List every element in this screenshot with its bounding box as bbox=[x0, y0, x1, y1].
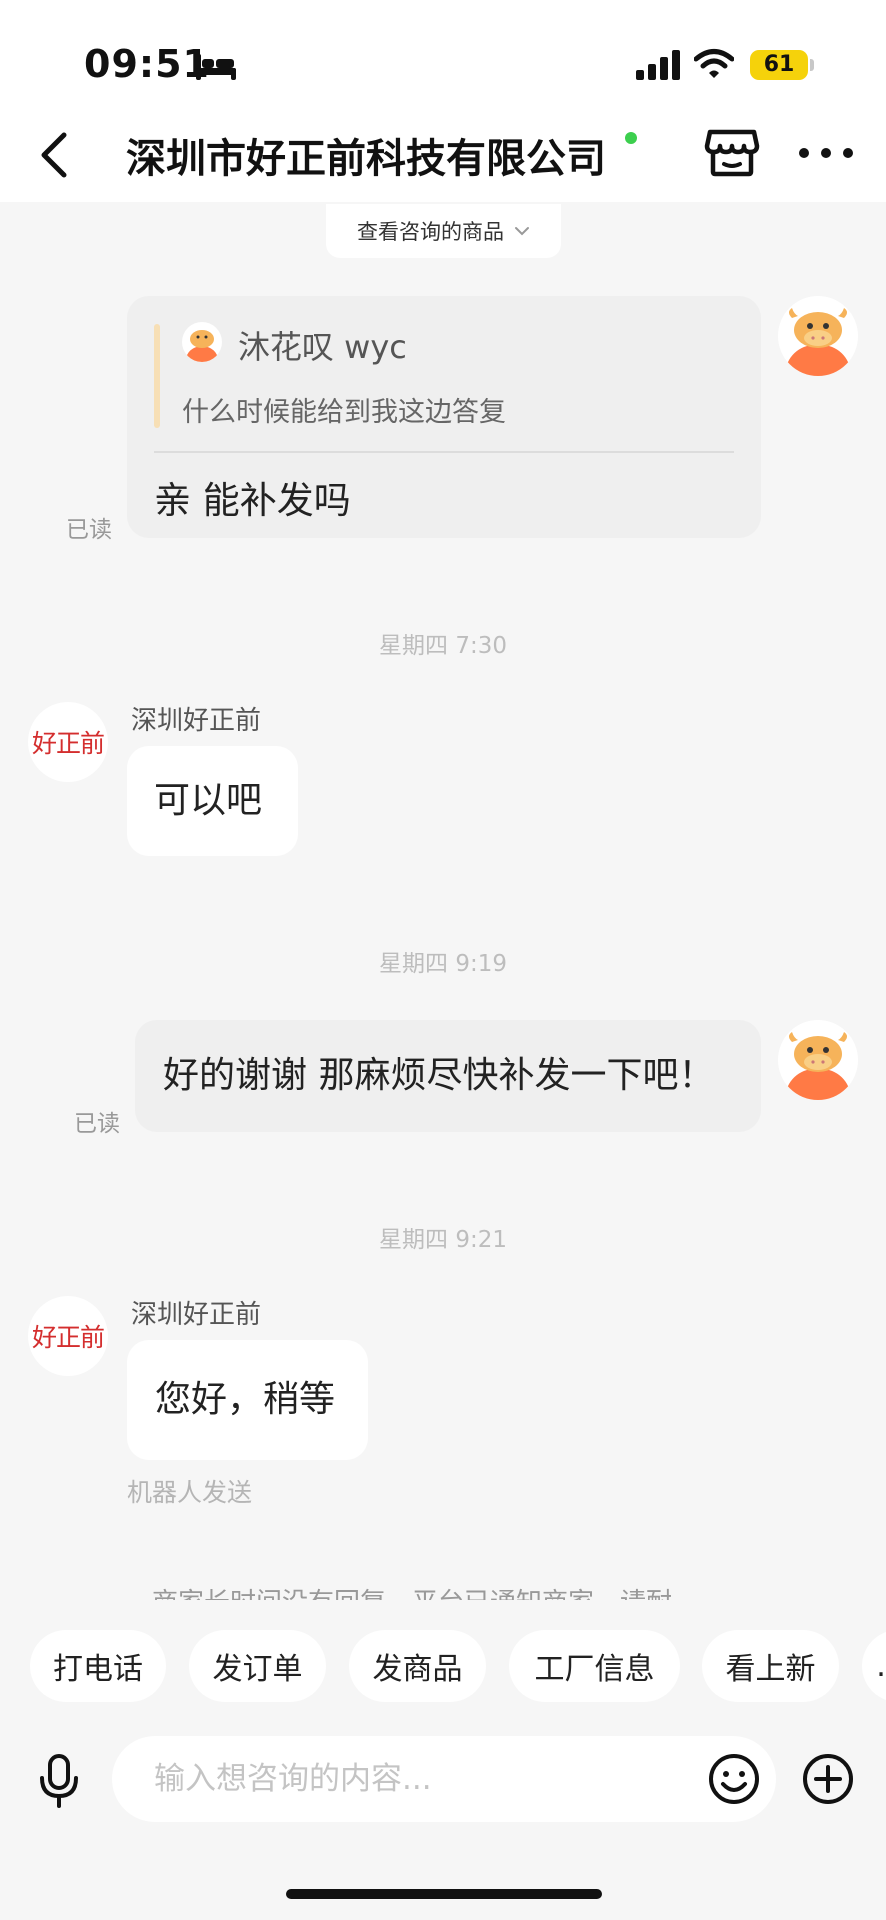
message-bubble-user[interactable]: 好的谢谢 那麻烦尽快补发一下吧！ bbox=[135, 1020, 761, 1132]
call-button[interactable]: 打电话 bbox=[30, 1630, 166, 1702]
page-title[interactable]: 深圳市好正前科技有限公司 bbox=[126, 126, 606, 184]
new-arrivals-button[interactable]: 看上新 bbox=[702, 1630, 839, 1702]
send-product-button[interactable]: 发商品 bbox=[349, 1630, 486, 1702]
shop-avatar[interactable]: 好正前 bbox=[28, 1296, 108, 1376]
quote-avatar bbox=[182, 322, 222, 362]
quote-bar bbox=[154, 324, 160, 428]
send-order-button[interactable]: 发订单 bbox=[189, 1630, 326, 1702]
chevron-down-icon bbox=[515, 227, 529, 236]
chat-header: 深圳市好正前科技有限公司 bbox=[0, 108, 886, 202]
chip-label: 工厂信息 bbox=[534, 1652, 655, 1687]
battery-cap bbox=[810, 59, 814, 71]
plus-icon[interactable] bbox=[802, 1753, 854, 1805]
message-text: 您好，稍等 bbox=[155, 1379, 336, 1420]
chip-label: 发商品 bbox=[372, 1652, 463, 1687]
shop-avatar[interactable]: 好正前 bbox=[28, 702, 108, 782]
message-bubble-shop[interactable]: 您好，稍等 bbox=[127, 1340, 368, 1460]
home-indicator[interactable] bbox=[286, 1889, 602, 1899]
factory-info-button[interactable]: 工厂信息 bbox=[509, 1630, 680, 1702]
more-actions-chip[interactable]: … bbox=[862, 1630, 886, 1702]
message-input[interactable] bbox=[112, 1736, 776, 1822]
more-icon[interactable] bbox=[796, 138, 856, 168]
chip-label: … bbox=[876, 1649, 886, 1684]
quote-sender-name: 沐花叹 wyc bbox=[238, 328, 407, 366]
back-arrow-icon[interactable] bbox=[36, 130, 74, 180]
signal-icon bbox=[636, 50, 680, 80]
online-status-dot bbox=[625, 132, 637, 144]
sender-name: 深圳好正前 bbox=[131, 706, 262, 736]
bed-icon bbox=[196, 54, 236, 80]
cow-avatar-icon bbox=[185, 330, 219, 362]
shop-icon[interactable] bbox=[704, 124, 760, 180]
chat-screen: 09:51 61 深圳市好正前科技有限公司 查看咨询的商品 沐花叹 wyc 什么… bbox=[0, 0, 886, 1920]
battery-icon: 61 bbox=[750, 50, 808, 80]
chip-label: 看上新 bbox=[725, 1652, 816, 1687]
quick-actions-bar: 打电话 发订单 发商品 工厂信息 看上新 … bbox=[0, 1604, 886, 1734]
read-status: 已读 bbox=[66, 517, 112, 543]
wifi-icon bbox=[694, 49, 734, 78]
status-bar: 09:51 61 bbox=[0, 0, 886, 108]
system-notice-text: 商家长时间没有回复，平台已通知商家，请耐 bbox=[152, 1582, 672, 1600]
time-separator: 星期四 9:19 bbox=[379, 951, 507, 977]
status-time: 09:51 bbox=[84, 42, 210, 86]
message-bubble-shop[interactable]: 可以吧 bbox=[127, 746, 298, 856]
view-consulted-products-button[interactable]: 查看咨询的商品 bbox=[326, 204, 561, 258]
bot-sent-label: 机器人发送 bbox=[127, 1478, 253, 1507]
message-text: 可以吧 bbox=[154, 780, 263, 821]
system-notice: 商家长时间没有回复，平台已通知商家，请耐 bbox=[0, 1560, 886, 1600]
read-status: 已读 bbox=[74, 1111, 120, 1137]
consult-chip-label: 查看咨询的商品 bbox=[357, 220, 504, 244]
time-separator: 星期四 7:30 bbox=[379, 633, 507, 659]
user-avatar[interactable] bbox=[778, 1020, 858, 1100]
emoji-icon[interactable] bbox=[708, 1753, 760, 1805]
message-text: 好的谢谢 那麻烦尽快补发一下吧！ bbox=[163, 1055, 715, 1096]
microphone-icon[interactable] bbox=[38, 1754, 80, 1808]
chip-label: 打电话 bbox=[53, 1652, 143, 1687]
battery-level: 61 bbox=[763, 52, 795, 77]
sender-name: 深圳好正前 bbox=[131, 1300, 262, 1330]
user-avatar[interactable] bbox=[778, 296, 858, 376]
time-separator: 星期四 9:21 bbox=[379, 1227, 507, 1253]
divider bbox=[154, 451, 734, 453]
cow-avatar-icon bbox=[778, 296, 858, 376]
chip-label: 发订单 bbox=[212, 1652, 303, 1687]
message-text: 亲 能补发吗 bbox=[154, 479, 351, 522]
quote-text: 什么时候能给到我这边答复 bbox=[182, 397, 506, 428]
cow-avatar-icon bbox=[778, 1020, 858, 1100]
